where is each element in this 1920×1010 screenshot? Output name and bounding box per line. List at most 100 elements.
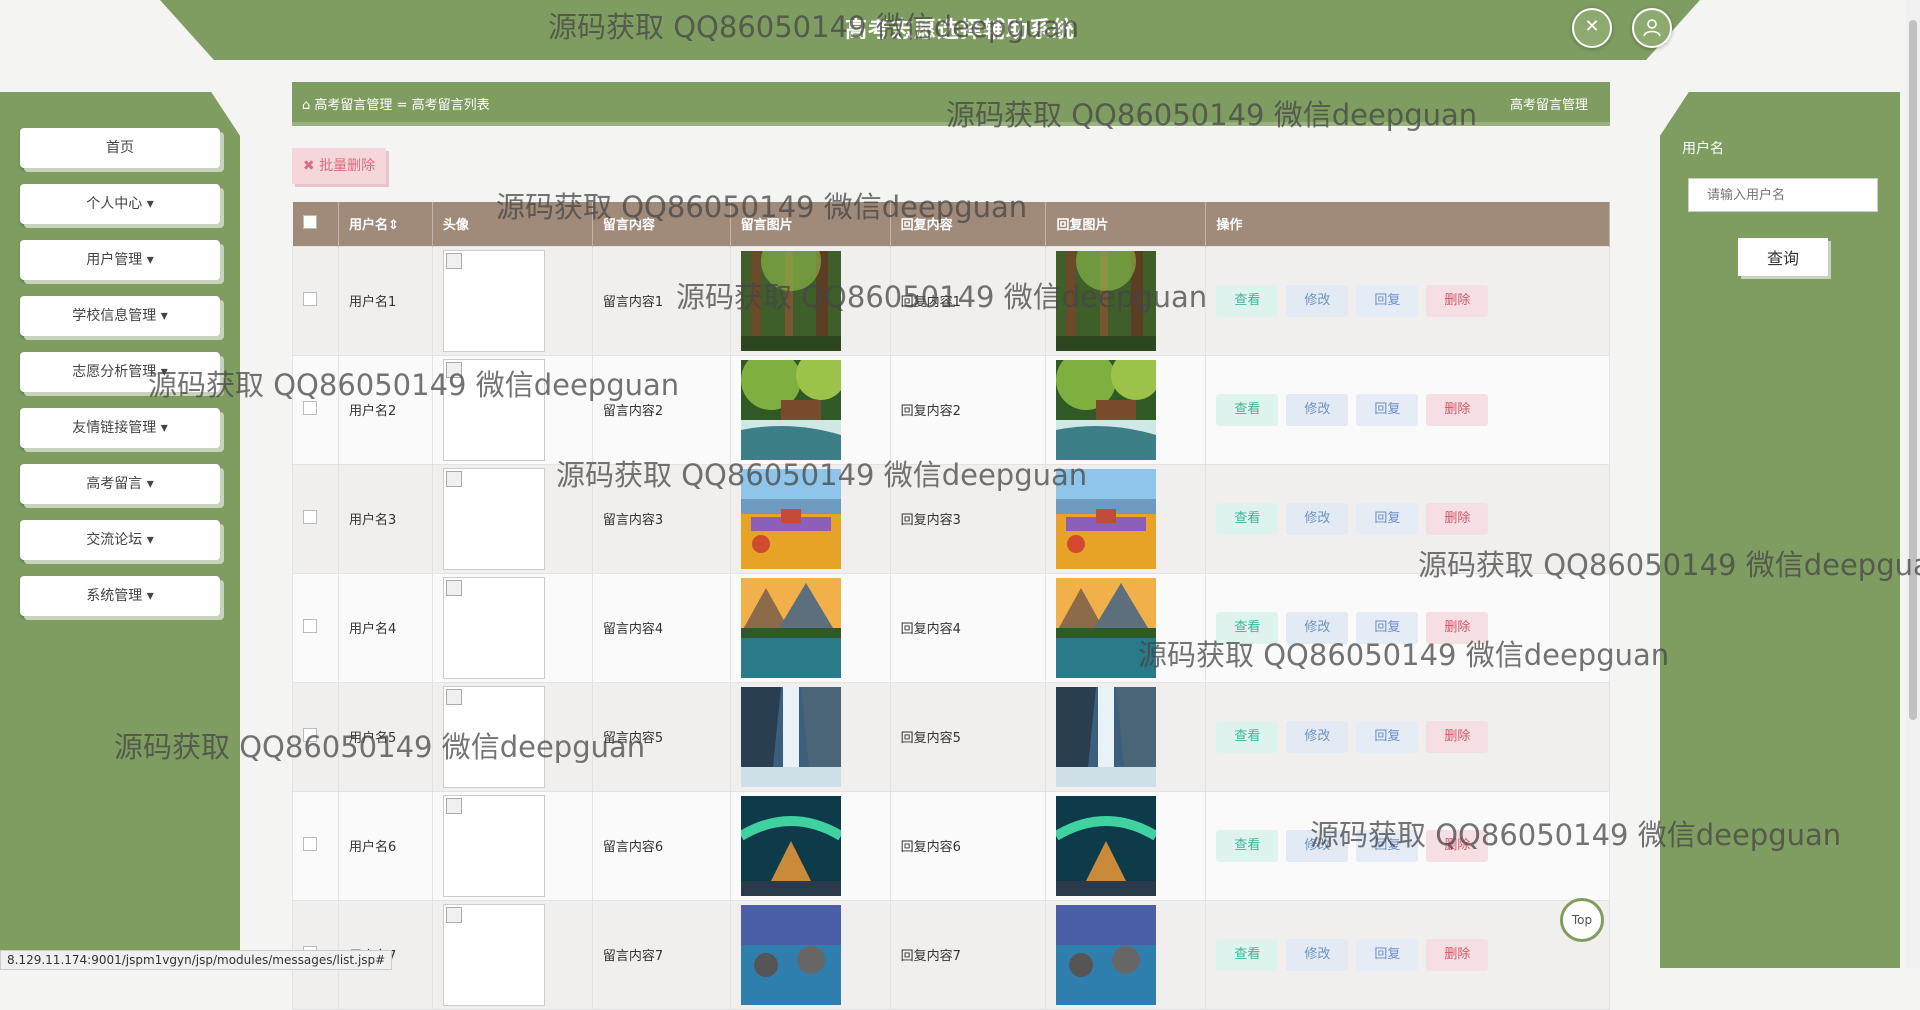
message-content-cell: 留言内容7 [591, 899, 731, 1010]
reply-button[interactable]: 回复 [1356, 502, 1419, 535]
avatar [442, 467, 545, 570]
reply-content-cell: 回复内容4 [889, 572, 1047, 683]
search-button[interactable]: 查询 [1738, 238, 1828, 276]
reply-button[interactable]: 回复 [1356, 284, 1419, 317]
reply-image [1056, 904, 1195, 1005]
view-button[interactable]: 查看 [1216, 502, 1279, 535]
search-label: 用户名 [1682, 141, 1724, 157]
breadcrumb-path: 高考留言管理 = 高考留言列表 [314, 98, 490, 113]
message-content-cell: 留言内容4 [591, 572, 731, 683]
view-button[interactable]: 查看 [1216, 720, 1279, 753]
username-cell: 用户名1 [337, 245, 433, 356]
username-cell: 用户名3 [337, 463, 433, 574]
view-button[interactable]: 查看 [1216, 284, 1279, 317]
message-image [740, 904, 880, 1005]
row-checkbox[interactable] [303, 618, 317, 633]
watermark: 源码获取 QQ86050149 微信deepguan [548, 10, 1080, 44]
view-button[interactable]: 查看 [1216, 393, 1279, 426]
reply-content-cell: 回复内容2 [889, 354, 1047, 465]
message-image-cell [729, 572, 891, 683]
column-header-select [292, 202, 339, 246]
reply-button[interactable]: 回复 [1356, 720, 1419, 753]
row-select-cell [292, 245, 339, 356]
delete-button[interactable]: 删除 [1426, 393, 1489, 426]
edit-button[interactable]: 修改 [1286, 284, 1349, 317]
select-all-checkbox[interactable] [302, 214, 317, 229]
batch-delete-button[interactable]: ✖ 批量删除 [292, 148, 386, 184]
watermark: 源码获取 QQ86050149 微信deepguan [1310, 818, 1842, 852]
column-header[interactable]: 用户名⇕ [338, 202, 433, 246]
sidebar-item[interactable]: 系统管理 ▾ [20, 576, 220, 616]
message-image-cell [729, 790, 891, 901]
row-checkbox[interactable] [303, 291, 317, 306]
avatar-cell [431, 790, 593, 901]
watermark: 源码获取 QQ86050149 微信deepguan [556, 458, 1088, 492]
message-image [740, 577, 880, 678]
sidebar-item[interactable]: 个人中心 ▾ [20, 184, 220, 224]
watermark: 源码获取 QQ86050149 微信deepguan [946, 98, 1478, 132]
delete-button[interactable]: 删除 [1426, 938, 1489, 971]
watermark: 源码获取 QQ86050149 微信deepguan [148, 368, 680, 402]
sidebar-item[interactable]: 首页 [20, 128, 220, 168]
watermark: 源码获取 QQ86050149 微信deepguan [676, 280, 1208, 314]
avatar-cell [431, 899, 593, 1010]
close-icon[interactable]: ✕ [1572, 8, 1612, 48]
user-icon[interactable] [1632, 8, 1672, 48]
delete-button[interactable]: 删除 [1426, 720, 1489, 753]
sidebar-item[interactable]: 学校信息管理 ▾ [20, 296, 220, 336]
message-image-cell [729, 899, 891, 1010]
reply-button[interactable]: 回复 [1356, 938, 1419, 971]
avatar-cell [431, 572, 593, 683]
breadcrumb-title: 高考留言管理 [1509, 98, 1588, 113]
message-image [740, 359, 880, 460]
row-select-cell [292, 572, 339, 683]
reply-content-cell: 回复内容6 [889, 790, 1047, 901]
watermark: 源码获取 QQ86050149 微信deepguan [114, 730, 646, 764]
column-header: 操作 [1205, 202, 1610, 246]
username-cell: 用户名4 [337, 572, 433, 683]
row-checkbox[interactable] [303, 836, 317, 851]
view-button[interactable]: 查看 [1216, 829, 1279, 862]
avatar [442, 576, 545, 679]
watermark: 源码获取 QQ86050149 微信deepguan [1138, 638, 1670, 672]
reply-image [1056, 795, 1195, 896]
message-image [740, 795, 880, 896]
reply-button[interactable]: 回复 [1356, 393, 1419, 426]
message-content-cell: 留言内容6 [591, 790, 731, 901]
reply-image [1056, 686, 1195, 787]
scrollbar-thumb[interactable] [1909, 20, 1917, 720]
messages-table: 用户名⇕ 头像 留言内容 留言图片 回复内容 回复图片 操作 用户名1 留言内容1 回复内容1 查… [292, 202, 1610, 1010]
reply-content-cell: 回复内容5 [889, 681, 1047, 792]
sidebar-item[interactable]: 友情链接管理 ▾ [20, 408, 220, 448]
column-header: 回复图片 [1045, 202, 1207, 246]
reply-image-cell [1045, 354, 1207, 465]
watermark: 源码获取 QQ86050149 微信deepguan [1418, 548, 1920, 582]
delete-button[interactable]: 删除 [1426, 502, 1489, 535]
status-bar-url: 8.129.11.174:9001/jspm1vgyn/jsp/modules/… [0, 950, 393, 970]
edit-button[interactable]: 修改 [1286, 720, 1349, 753]
sidebar-item[interactable]: 高考留言 ▾ [20, 464, 220, 504]
message-image [740, 686, 880, 787]
home-icon[interactable]: ⌂ [302, 98, 310, 113]
sidebar-item[interactable]: 交流论坛 ▾ [20, 520, 220, 560]
reply-image-cell [1045, 681, 1207, 792]
table-row: 用户名7留言内容7回复内容7查看修改回复删除 [292, 899, 1610, 1010]
avatar [442, 249, 545, 352]
sidebar-item[interactable]: 用户管理 ▾ [20, 240, 220, 280]
username-search-input[interactable] [1688, 178, 1878, 212]
row-select-cell [292, 463, 339, 574]
row-checkbox[interactable] [303, 509, 317, 524]
reply-image-cell [1045, 899, 1207, 1010]
avatar [442, 903, 545, 1006]
avatar-cell [431, 245, 593, 356]
edit-button[interactable]: 修改 [1286, 938, 1349, 971]
message-image-cell [729, 354, 891, 465]
view-button[interactable]: 查看 [1216, 938, 1279, 971]
reply-image-cell [1045, 790, 1207, 901]
actions-cell: 查看 修改 回复 删除 [1205, 354, 1610, 465]
edit-button[interactable]: 修改 [1286, 502, 1349, 535]
back-to-top-button[interactable]: Top [1560, 898, 1604, 942]
delete-button[interactable]: 删除 [1426, 284, 1489, 317]
edit-button[interactable]: 修改 [1286, 393, 1349, 426]
message-image-cell [729, 681, 891, 792]
